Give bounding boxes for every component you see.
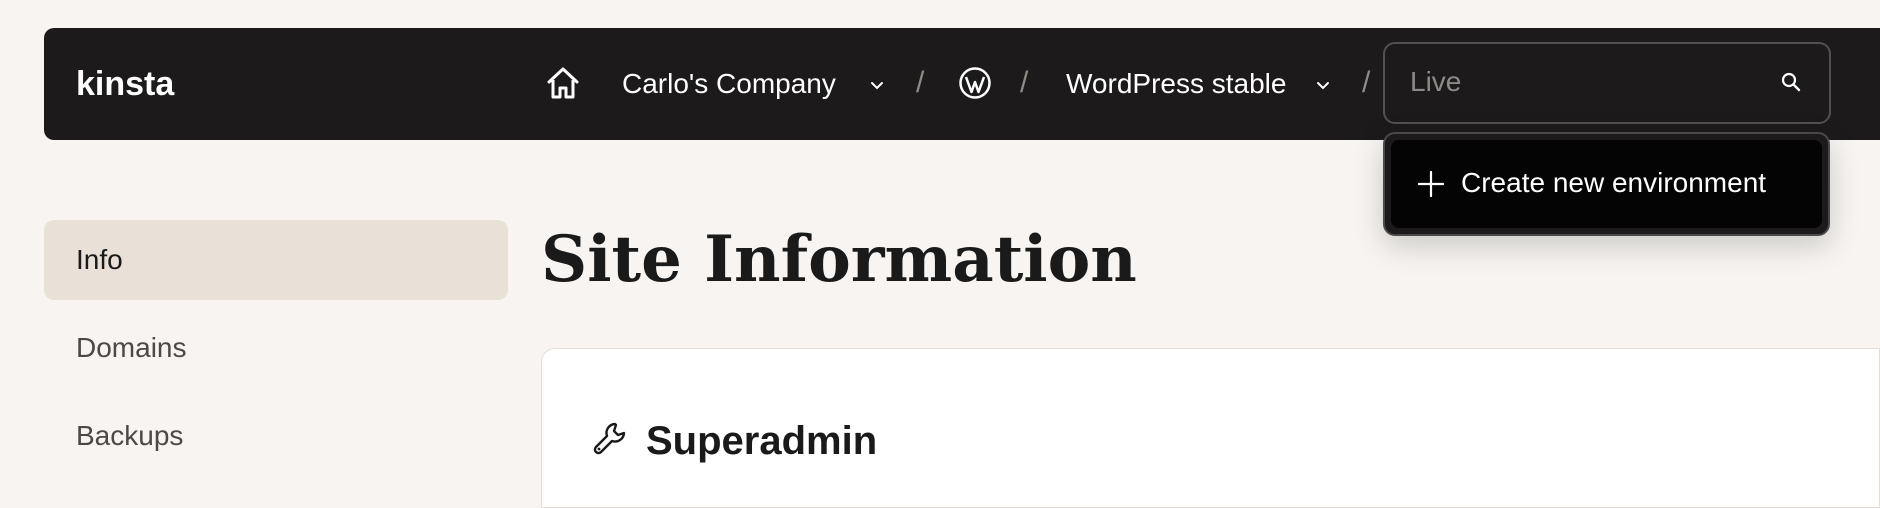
environment-dropdown: Create new environment <box>1383 132 1830 236</box>
card-title: Superadmin <box>646 419 878 463</box>
kinsta-logo[interactable]: kinsta <box>76 66 206 102</box>
chevron-down-icon[interactable] <box>868 76 886 94</box>
chevron-down-icon[interactable] <box>1314 76 1332 94</box>
site-breadcrumb[interactable]: WordPress stable <box>1066 68 1286 100</box>
environment-search-input[interactable] <box>1410 63 1750 101</box>
create-new-environment-label: Create new environment <box>1461 167 1767 198</box>
sidebar-item-domains[interactable]: Domains <box>44 308 508 388</box>
company-breadcrumb[interactable]: Carlo's Company <box>622 68 836 100</box>
wrench-icon <box>593 422 626 455</box>
sidebar: Info Domains Backups <box>44 220 508 484</box>
plus-icon <box>1417 170 1445 198</box>
sidebar-item-backups[interactable]: Backups <box>44 396 508 476</box>
top-navigation-bar: kinsta Carlo's Company / / WordPress sta… <box>44 28 1880 140</box>
sidebar-item-label: Domains <box>76 332 187 363</box>
search-icon[interactable] <box>1780 71 1802 93</box>
breadcrumb-separator: / <box>1020 66 1029 99</box>
environment-selector[interactable] <box>1383 42 1831 124</box>
home-icon[interactable] <box>544 64 582 102</box>
create-new-environment-button[interactable]: Create new environment <box>1391 140 1822 228</box>
sidebar-item-info[interactable]: Info <box>44 220 508 300</box>
sidebar-item-label: Backups <box>76 420 184 451</box>
superadmin-card: Superadmin <box>541 348 1880 508</box>
environment-input-wrapper <box>1388 47 1826 119</box>
page-title: Site Information <box>541 222 1137 297</box>
breadcrumb-separator: / <box>1362 66 1371 99</box>
sidebar-item-label: Info <box>76 244 123 275</box>
wordpress-icon[interactable] <box>958 66 992 100</box>
breadcrumb-separator: / <box>916 66 925 99</box>
svg-text:kinsta: kinsta <box>76 66 175 102</box>
